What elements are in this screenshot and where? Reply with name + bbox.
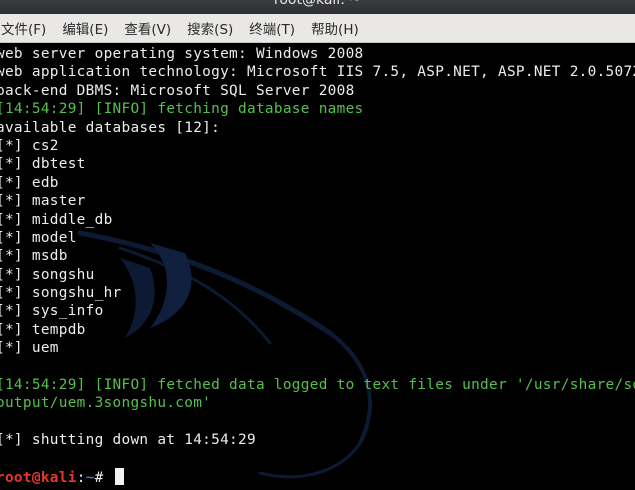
terminal-line: [*] model xyxy=(0,229,77,246)
terminal-lines: web server operating system: Windows 200… xyxy=(0,45,635,486)
terminal-line: [14:54:29] [INFO] fetched data logged to… xyxy=(0,377,635,394)
prompt-line[interactable]: root@kali:~# xyxy=(0,467,635,486)
terminal-line: [*] songshu xyxy=(0,266,95,283)
terminal-line: [*] msdb xyxy=(0,248,68,265)
prompt-at: @ xyxy=(31,469,41,486)
prompt-separator: : xyxy=(76,469,86,486)
window-title: root@kali: ~ xyxy=(273,0,362,8)
terminal-line: available databases [12]: xyxy=(0,119,221,136)
prompt-user: root xyxy=(0,469,32,486)
menu-edit[interactable]: 编辑(E) xyxy=(62,18,108,38)
terminal-line: [*] edb xyxy=(0,174,59,191)
terminal-line: [*] tempdb xyxy=(0,321,86,338)
terminal-output-area[interactable]: web server operating system: Windows 200… xyxy=(0,43,635,490)
menu-bar: 文件(F) 编辑(E) 查看(V) 搜索(S) 终端(T) 帮助(H) xyxy=(0,14,635,43)
terminal-line: [*] cs2 xyxy=(0,137,59,154)
terminal-line: output/uem.3songshu.com' xyxy=(0,395,212,412)
terminal-line: [*] uem xyxy=(0,340,59,357)
prompt-symbol: # xyxy=(94,469,113,486)
menu-search[interactable]: 搜索(S) xyxy=(187,18,233,38)
menu-terminal[interactable]: 终端(T) xyxy=(249,18,295,38)
terminal-line: [*] dbtest xyxy=(0,156,86,173)
prompt-path: ~ xyxy=(85,469,95,486)
terminal-line: [*] shutting down at 14:54:29 xyxy=(0,432,256,449)
terminal-line: web server operating system: Windows 200… xyxy=(0,46,364,62)
terminal-line: [*] sys_info xyxy=(0,303,104,320)
terminal-line: [*] songshu_hr xyxy=(0,285,122,302)
menu-file[interactable]: 文件(F) xyxy=(1,18,46,38)
menu-view[interactable]: 查看(V) xyxy=(124,18,171,38)
terminal-line: web application technology: Microsoft II… xyxy=(0,64,635,81)
terminal-line: [*] middle_db xyxy=(0,211,113,228)
menu-help[interactable]: 帮助(H) xyxy=(311,18,359,38)
terminal-window: root@kali: ~ 文件(F) 编辑(E) 查看(V) 搜索(S) 终端(… xyxy=(0,0,635,490)
text-cursor xyxy=(114,467,124,485)
terminal-line: [*] master xyxy=(0,193,86,210)
title-bar[interactable]: root@kali: ~ xyxy=(0,0,635,14)
terminal-line: [14:54:29] [INFO] fetching database name… xyxy=(0,101,364,118)
terminal-line: back-end DBMS: Microsoft SQL Server 2008 xyxy=(0,82,355,99)
prompt-host: kali xyxy=(40,469,77,486)
